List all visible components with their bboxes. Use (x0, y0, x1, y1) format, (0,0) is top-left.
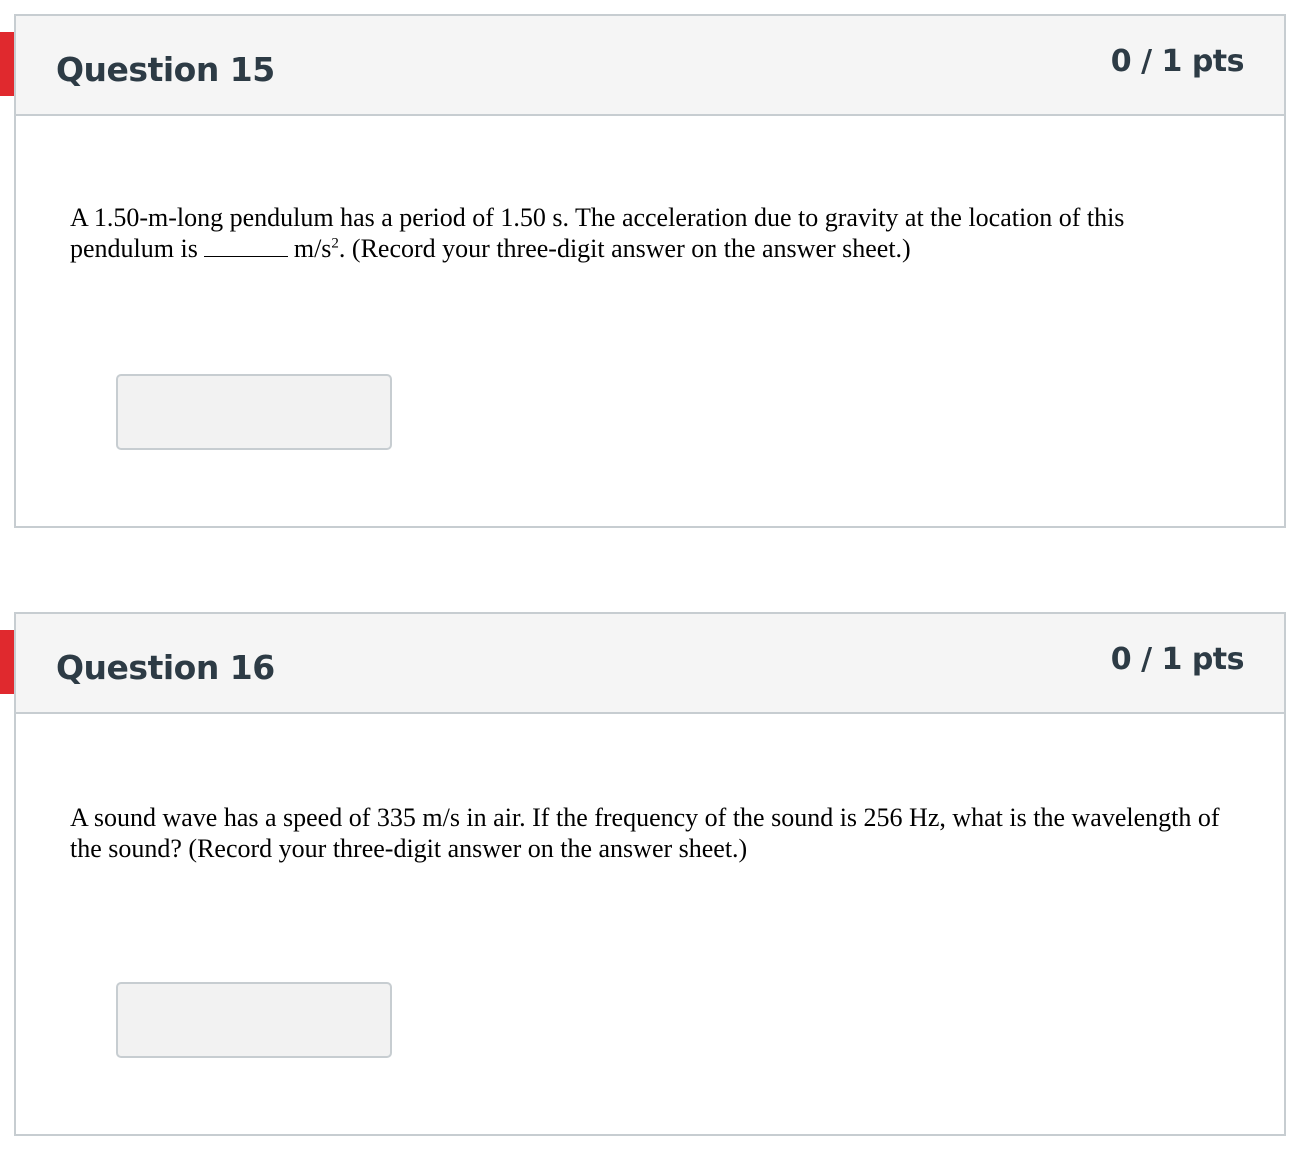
question-title: Question 15 (56, 50, 275, 89)
answer-input[interactable] (116, 982, 392, 1058)
question-text: A 1.50-m-long pendulum has a period of 1… (70, 202, 1224, 264)
answer-blank (203, 236, 288, 257)
question-unit: m/s (293, 234, 332, 263)
question-header: Question 15 0 / 1 pts (16, 16, 1284, 116)
question-text: A sound wave has a speed of 335 m/s in a… (70, 803, 1220, 863)
question-text-after: . (Record your three-digit answer on the… (338, 234, 911, 263)
question-header: Question 16 0 / 1 pts (16, 614, 1284, 714)
question-points: 0 / 1 pts (1110, 642, 1245, 677)
answer-input[interactable] (116, 374, 392, 450)
unit-superscript: 2 (331, 235, 339, 252)
question-card: Question 16 0 / 1 pts A sound wave has a… (14, 612, 1286, 1136)
question-title: Question 16 (56, 648, 275, 687)
question-points: 0 / 1 pts (1110, 44, 1245, 79)
question-card: Question 15 0 / 1 pts A 1.50-m-long pend… (14, 14, 1286, 528)
